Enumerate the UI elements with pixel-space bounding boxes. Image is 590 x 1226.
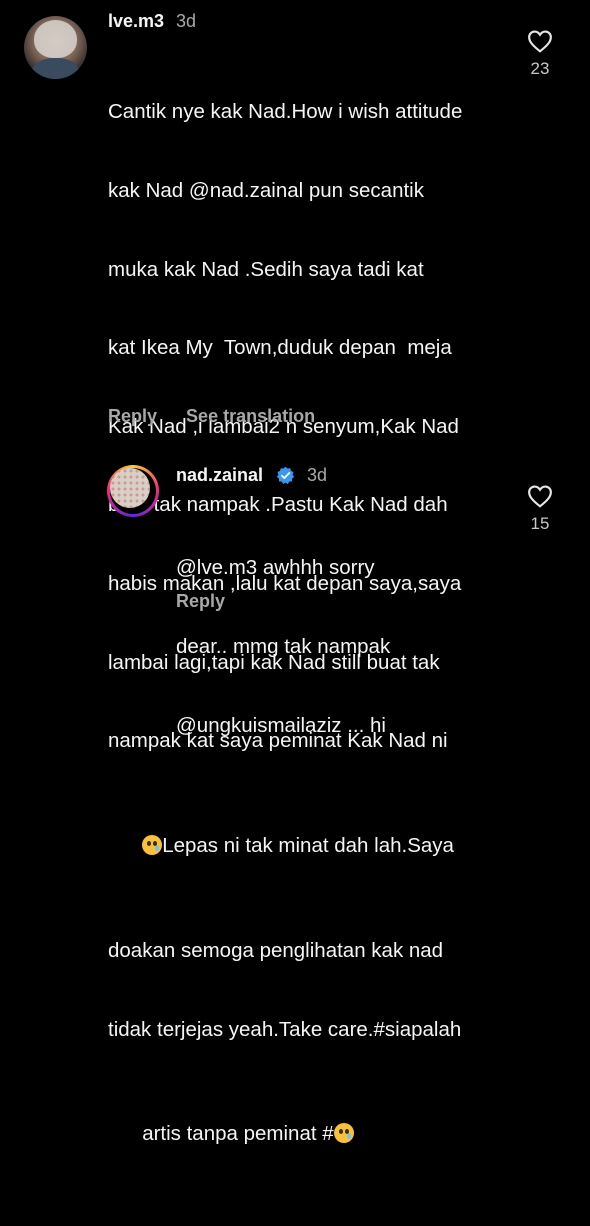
reply-timestamp: 3d	[307, 465, 328, 485]
verified-badge-icon	[276, 466, 295, 484]
reply-line: dear.. mmg tak nampak	[176, 635, 391, 659]
see-translation-button[interactable]: See translation	[186, 406, 315, 426]
reply-actions: Reply	[176, 591, 249, 612]
comment-line: doakan semoga penglihatan kak nad	[108, 938, 444, 962]
reply-username[interactable]: nad.zainal	[176, 465, 263, 486]
like-count: 23	[530, 59, 550, 78]
like-control: 15	[520, 484, 560, 534]
heart-outline-icon[interactable]	[527, 29, 553, 53]
comment-line: Lepas ni tak minat dah lah.Saya	[162, 834, 454, 858]
comment-line-with-emoji: artis tanpa peminat #	[108, 1095, 462, 1174]
heart-outline-icon[interactable]	[527, 484, 553, 508]
avatar-body	[32, 58, 79, 79]
comment-actions: Reply See translation	[108, 406, 339, 427]
comment: lve.m3 3d Cantik nye kak Nad.How i wish …	[0, 0, 590, 1145]
reply-button[interactable]: Reply	[176, 591, 225, 611]
comment-line: muka kak Nad .Sedih saya tadi kat	[108, 257, 424, 281]
reply-comment: nad.zainal 3d @lve.m3 awhhh sorry dear..…	[0, 455, 590, 737]
crying-face-emoji-icon	[333, 1123, 354, 1144]
pleading-face-emoji-icon	[142, 835, 163, 856]
comment-line: artis tanpa peminat #	[142, 1122, 334, 1146]
avatar[interactable]	[24, 16, 87, 79]
reply-line: @ungkuismailaziz ... hi	[176, 713, 386, 737]
like-count: 15	[530, 514, 550, 533]
comment-line: kat Ikea My Town,duduk depan meja	[108, 336, 452, 360]
reply-text: @lve.m3 awhhh sorry dear.. mmg tak nampa…	[176, 503, 390, 791]
comment-line: kak Nad @nad.zainal pun secantik	[108, 179, 424, 203]
comment-line-with-emoji: Lepas ni tak minat dah lah.Saya	[108, 807, 462, 886]
comment-line: Cantik nye kak Nad.How i wish attitude	[108, 100, 463, 124]
avatar[interactable]	[107, 465, 159, 517]
reply-line: @lve.m3 awhhh sorry	[176, 556, 375, 580]
comment-line: tidak terjejas yeah.Take care.#siapalah	[108, 1017, 462, 1041]
reply-button[interactable]: Reply	[108, 406, 157, 426]
comment-timestamp: 3d	[176, 11, 197, 31]
comment-username[interactable]: lve.m3	[108, 11, 164, 32]
like-control: 23	[520, 29, 560, 79]
avatar-hair	[34, 20, 77, 58]
avatar-image	[110, 468, 150, 508]
